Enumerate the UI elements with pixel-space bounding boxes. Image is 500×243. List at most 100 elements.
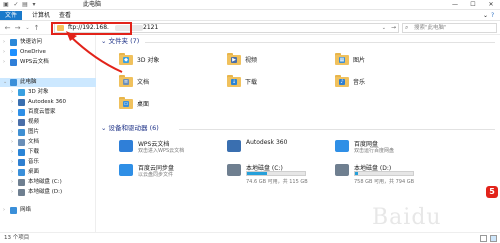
drive-icon <box>18 179 25 186</box>
search-icon: ⌕ <box>405 24 409 31</box>
folder-icon: ▭ <box>119 97 133 109</box>
sidebar-item[interactable]: › 视频 <box>0 118 96 127</box>
sidebar-item-label: OneDrive <box>20 49 46 55</box>
device-item[interactable]: 本地磁盘 (D:) 758 GB 可用，共 794 GB <box>335 162 435 186</box>
wps-cloud-icon <box>119 140 133 152</box>
devices-group-header[interactable]: ⌄ 设备和驱动器 (6) <box>101 124 159 133</box>
device-subtitle: 以云盘同步文件 <box>138 172 174 178</box>
autodesk-icon <box>18 99 25 106</box>
drive-free-space: 74.6 GB 可用，共 115 GB <box>246 179 308 185</box>
up-button[interactable]: ↑ <box>32 23 41 33</box>
folder-badge-icon: ≡ <box>123 79 129 85</box>
minimize-button[interactable]: — <box>446 0 464 10</box>
tab-file[interactable]: 文件 <box>0 11 22 20</box>
sidebar-item[interactable]: › Autodesk 360 <box>0 98 96 107</box>
expand-chevron-icon[interactable]: › <box>11 98 13 107</box>
search-box[interactable]: ⌕ 搜索"此电脑" <box>402 23 497 33</box>
sidebar-item-label: 下载 <box>28 149 40 155</box>
sidebar-item[interactable]: › 3D 对象 <box>0 88 96 97</box>
folder-badge-icon: ↓ <box>231 79 237 85</box>
expand-chevron-icon[interactable]: › <box>3 58 5 67</box>
quick-access-dropdown-icon[interactable]: ▾ <box>30 1 38 9</box>
device-name: Autodesk 360 <box>246 139 288 146</box>
baidu-watermark: Baidu <box>372 205 442 230</box>
expand-chevron-icon[interactable]: › <box>3 206 5 215</box>
address-dropdown-icon[interactable]: ⌄ <box>382 24 386 32</box>
sidebar-item[interactable]: › 桌面 <box>0 168 96 177</box>
sidebar-item-label: 本地磁盘 (D:) <box>28 189 63 195</box>
folder-icon: ◆ <box>119 53 133 65</box>
folder-icon: ▶ <box>227 53 241 65</box>
sidebar-item[interactable]: ⌄ 此电脑 <box>0 78 96 87</box>
address-highlight-box <box>51 22 132 35</box>
close-button[interactable]: ✕ <box>482 0 500 10</box>
folders-group-header[interactable]: ⌄ 文件夹 (7) <box>101 37 139 46</box>
folder-item[interactable]: ↓ 下载 <box>227 74 317 91</box>
sidebar-item[interactable]: › 网络 <box>0 206 96 215</box>
expand-chevron-icon[interactable]: › <box>11 88 13 97</box>
status-bar: 13 个项目 <box>0 232 500 243</box>
expand-chevron-icon[interactable]: › <box>3 48 5 57</box>
sidebar-item[interactable]: › 下载 <box>0 148 96 157</box>
expand-chevron-icon[interactable]: › <box>11 158 13 167</box>
sidebar-item[interactable]: › 本地磁盘 (C:) <box>0 178 96 187</box>
tiles-view-button[interactable] <box>490 235 497 242</box>
expand-chevron-icon[interactable]: › <box>11 168 13 177</box>
folder-label: 文档 <box>137 79 150 86</box>
expand-chevron-icon[interactable]: › <box>3 38 5 47</box>
device-subtitle: 双击运行百度网盘 <box>354 148 395 154</box>
folder-label: 视频 <box>245 57 258 64</box>
back-button[interactable]: ← <box>3 23 12 33</box>
help-icon[interactable]: ? <box>488 11 497 20</box>
sidebar-item[interactable]: › 音乐 <box>0 158 96 167</box>
download-icon <box>18 149 25 156</box>
music-icon <box>18 159 25 166</box>
folder-item[interactable]: ▶ 视频 <box>227 52 317 69</box>
sidebar-item[interactable]: › 图片 <box>0 128 96 137</box>
sidebar-item[interactable]: › 百度云管家 <box>0 108 96 117</box>
expand-chevron-icon[interactable]: › <box>11 138 13 147</box>
folder-item[interactable]: ◆ 3D 对象 <box>119 52 209 69</box>
folder-item[interactable]: ▦ 图片 <box>335 52 425 69</box>
sidebar-item-label: 文档 <box>28 139 40 145</box>
expand-chevron-icon[interactable]: ⌄ <box>3 78 7 87</box>
baidu-netdisk-icon <box>335 140 349 152</box>
computer-icon <box>10 79 17 86</box>
sidebar-item[interactable]: › OneDrive <box>0 48 96 57</box>
recent-locations-icon[interactable]: ⌄ <box>23 23 32 33</box>
expand-chevron-icon[interactable]: › <box>11 118 13 127</box>
picture-icon <box>18 129 25 136</box>
quick-access-new-folder-icon[interactable]: ▤ <box>21 1 29 9</box>
device-item[interactable]: 百度云同步盘 以云盘同步文件 <box>119 162 219 186</box>
tab-view[interactable]: 查看 <box>56 11 74 20</box>
quick-access-properties-icon[interactable]: ✓ <box>12 1 20 9</box>
wps-cloud-icon <box>10 59 17 66</box>
expand-chevron-icon[interactable]: › <box>11 128 13 137</box>
item-count: 13 个项目 <box>4 235 30 241</box>
folder-badge-icon: ▶ <box>231 57 237 63</box>
expand-chevron-icon[interactable]: › <box>11 108 13 117</box>
folder-item[interactable]: ≡ 文档 <box>119 74 209 91</box>
expand-chevron-icon[interactable]: › <box>11 188 13 197</box>
sidebar-item[interactable]: › 文档 <box>0 138 96 147</box>
details-view-button[interactable] <box>480 235 487 242</box>
folder-item[interactable]: ▭ 桌面 <box>119 96 209 113</box>
device-item[interactable]: WPS云文档 双击进入WPS云文档 <box>119 138 219 162</box>
forward-button[interactable]: → <box>13 23 22 33</box>
folder-item[interactable]: ♪ 音乐 <box>335 74 425 91</box>
expand-chevron-icon[interactable]: › <box>11 148 13 157</box>
device-item[interactable]: Autodesk 360 <box>227 138 327 162</box>
folder-icon: ↓ <box>227 75 241 87</box>
tab-computer[interactable]: 计算机 <box>29 11 53 20</box>
maximize-button[interactable]: ☐ <box>464 0 482 10</box>
sidebar-item[interactable]: › WPS云文档 <box>0 58 96 67</box>
device-item[interactable]: 本地磁盘 (C:) 74.6 GB 可用，共 115 GB <box>227 162 327 186</box>
cube-icon <box>18 89 25 96</box>
refresh-icon[interactable]: → <box>391 24 396 32</box>
address-port[interactable]: 2121 <box>143 24 158 32</box>
device-item[interactable]: 百度网盘 双击运行百度网盘 <box>335 138 435 162</box>
sidebar-item[interactable]: › 快速访问 <box>0 38 96 47</box>
network-icon <box>10 207 17 214</box>
expand-chevron-icon[interactable]: › <box>11 178 13 187</box>
sidebar-item[interactable]: › 本地磁盘 (D:) <box>0 188 96 197</box>
